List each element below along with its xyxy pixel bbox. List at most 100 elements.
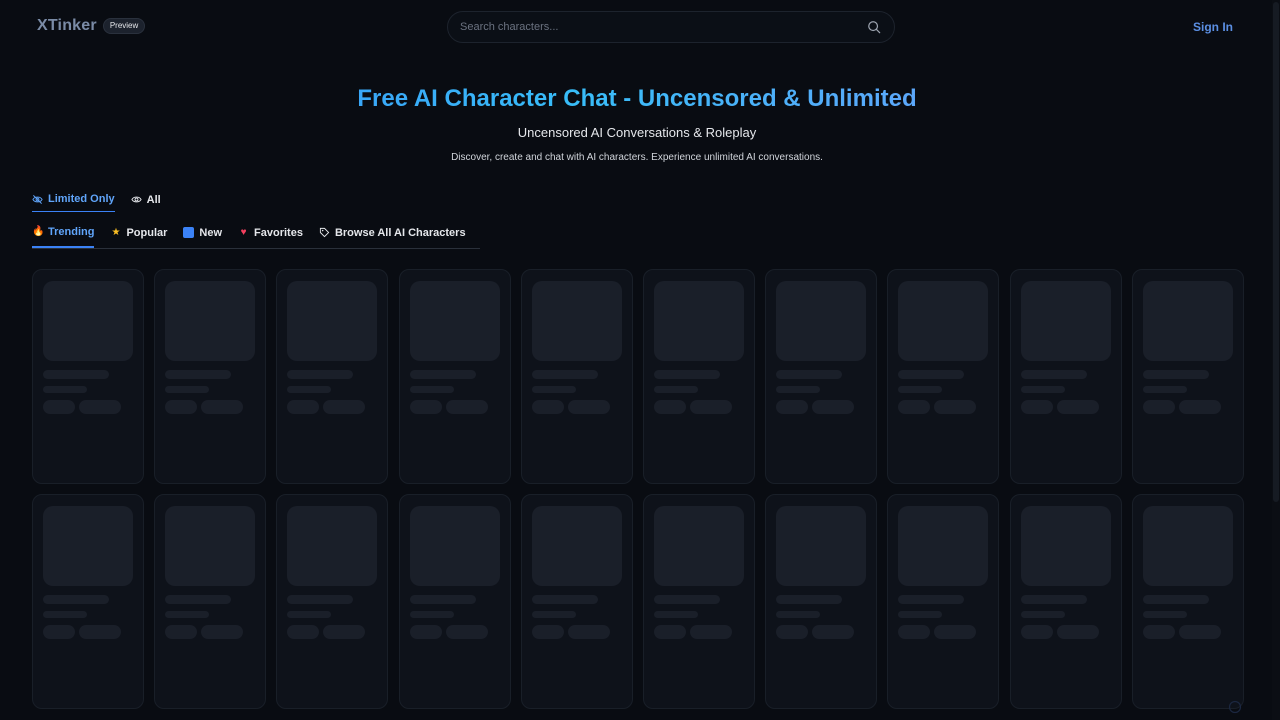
skeleton-placeholder — [409, 386, 454, 393]
skeleton-placeholder — [653, 281, 744, 361]
skeleton-placeholder — [531, 370, 598, 379]
skeleton-placeholder — [653, 625, 686, 639]
search-input[interactable] — [460, 12, 860, 42]
skeleton-placeholder — [531, 400, 564, 414]
skeleton-placeholder — [165, 506, 256, 586]
scrollbar-thumb[interactable] — [1273, 2, 1279, 502]
skeleton-placeholder — [43, 506, 133, 586]
skeleton-placeholder — [653, 506, 744, 586]
skeleton-placeholder — [409, 595, 476, 604]
tab-popular[interactable]: ★ Popular — [110, 225, 167, 248]
character-card-skeleton — [276, 269, 389, 484]
skeleton-placeholder — [201, 400, 244, 414]
skeleton-placeholder — [79, 400, 121, 414]
tab-label: Browse All AI Characters — [334, 226, 466, 239]
skeleton-placeholder — [898, 281, 989, 361]
search-bar[interactable] — [447, 11, 895, 43]
skeleton-placeholder — [776, 370, 843, 379]
character-card-skeleton — [276, 494, 389, 709]
skeleton-placeholder — [1020, 595, 1087, 604]
character-card-skeleton — [765, 269, 878, 484]
character-card-skeleton — [887, 269, 1000, 484]
skeleton-placeholder — [409, 370, 476, 379]
filter-label: Limited Only — [48, 193, 115, 205]
skeleton-placeholder — [1020, 386, 1065, 393]
skeleton-placeholder — [43, 281, 133, 361]
skeleton-placeholder — [323, 400, 366, 414]
skeleton-placeholder — [165, 386, 210, 393]
skeleton-placeholder — [934, 625, 977, 639]
skeleton-placeholder — [531, 281, 622, 361]
skeleton-placeholder — [445, 400, 488, 414]
skeleton-placeholder — [898, 595, 965, 604]
skeleton-placeholder — [287, 386, 332, 393]
skeleton-placeholder — [409, 625, 442, 639]
skeleton-placeholder — [165, 281, 256, 361]
tab-browse-all[interactable]: Browse All AI Characters — [319, 225, 466, 248]
skeleton-placeholder — [1142, 506, 1233, 586]
skeleton-placeholder — [409, 506, 500, 586]
skeleton-placeholder — [287, 370, 354, 379]
search-icon[interactable] — [867, 20, 881, 34]
character-card-skeleton — [642, 494, 755, 709]
skeleton-placeholder — [165, 611, 210, 618]
skeleton-placeholder — [445, 625, 488, 639]
skeleton-placeholder — [776, 386, 821, 393]
skeleton-placeholder — [531, 625, 564, 639]
skeleton-placeholder — [287, 281, 378, 361]
sign-in-link[interactable]: Sign In — [1193, 20, 1233, 34]
filter-limited-only[interactable]: Limited Only — [32, 193, 115, 212]
skeleton-placeholder — [689, 400, 732, 414]
character-card-skeleton — [1131, 494, 1244, 709]
skeleton-placeholder — [1178, 625, 1221, 639]
skeleton-placeholder — [1142, 281, 1233, 361]
heart-icon: ♥ — [240, 227, 247, 238]
skeleton-placeholder — [1142, 386, 1187, 393]
skeleton-placeholder — [898, 611, 943, 618]
tab-label: Popular — [126, 226, 168, 239]
skeleton-placeholder — [1142, 400, 1175, 414]
skeleton-placeholder — [1020, 611, 1065, 618]
logo-text[interactable]: XTinker — [37, 17, 97, 35]
preview-badge: Preview — [102, 18, 146, 34]
logo[interactable]: XTinker Preview — [37, 17, 146, 35]
skeleton-placeholder — [934, 400, 977, 414]
skeleton-placeholder — [1178, 400, 1221, 414]
scrollbar[interactable] — [1272, 0, 1280, 720]
page: XTinker Preview Sign In Free AI Characte… — [0, 0, 1280, 720]
skeleton-placeholder — [776, 611, 821, 618]
skeleton-placeholder — [531, 595, 598, 604]
skeleton-placeholder — [1142, 611, 1187, 618]
skeleton-placeholder — [43, 611, 87, 618]
tab-trending[interactable]: 🔥 Trending — [32, 225, 95, 248]
skeleton-placeholder — [898, 625, 931, 639]
skeleton-placeholder — [653, 400, 686, 414]
skeleton-placeholder — [653, 595, 720, 604]
skeleton-placeholder — [1020, 281, 1111, 361]
character-card-skeleton — [765, 494, 878, 709]
filter-all[interactable]: All — [131, 193, 161, 212]
new-icon — [183, 227, 195, 238]
character-card-skeleton — [32, 269, 144, 484]
tab-new[interactable]: New — [183, 225, 222, 248]
eye-off-icon — [32, 194, 43, 204]
skeleton-placeholder — [165, 400, 198, 414]
character-card-skeleton — [154, 269, 267, 484]
skeleton-placeholder — [165, 370, 232, 379]
skeleton-placeholder — [323, 625, 366, 639]
page-description: Discover, create and chat with AI charac… — [451, 152, 823, 163]
character-card-skeleton — [1009, 269, 1122, 484]
character-card-skeleton — [398, 494, 511, 709]
skeleton-placeholder — [165, 625, 198, 639]
skeleton-placeholder — [287, 595, 354, 604]
character-card-skeleton — [642, 269, 755, 484]
tab-favorites[interactable]: ♥ Favorites — [238, 225, 303, 248]
skeleton-placeholder — [898, 506, 989, 586]
skeleton-placeholder — [1142, 595, 1209, 604]
skeleton-placeholder — [898, 370, 965, 379]
skeleton-placeholder — [531, 506, 622, 586]
watermark — [1228, 700, 1242, 714]
eye-icon — [131, 196, 142, 203]
character-card-skeleton — [154, 494, 267, 709]
skeleton-placeholder — [1056, 400, 1099, 414]
